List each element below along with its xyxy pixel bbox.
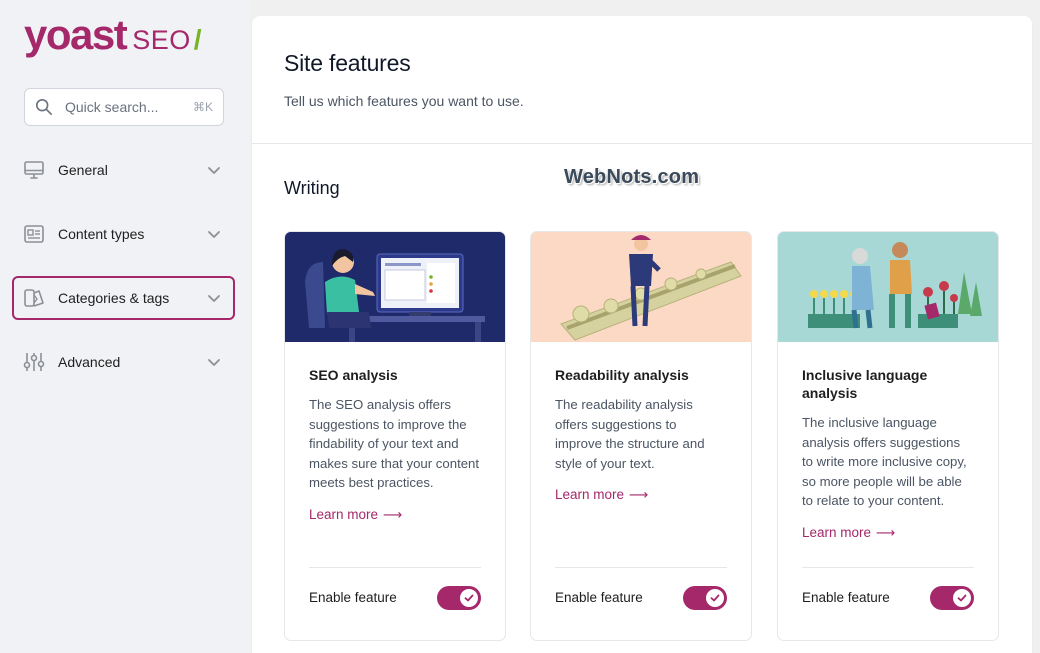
arrow-right-icon: ⟶ (383, 506, 403, 522)
feature-description: The readability analysis offers suggesti… (555, 397, 705, 471)
toggle-knob (460, 588, 478, 607)
enable-feature-toggle[interactable] (437, 585, 481, 610)
feature-card-seo-analysis: SEO analysis The SEO analysis offers sug… (284, 231, 506, 641)
feature-description: The inclusive language analysis offers s… (802, 415, 967, 509)
feature-card-inclusive-language-analysis: Inclusive language analysis The inclusiv… (777, 231, 999, 641)
watermark: WebNots.com (564, 166, 700, 188)
learn-more-label: Learn more (555, 487, 625, 503)
learn-more-link[interactable]: Learn more ⟶ (555, 487, 648, 503)
sidebar-item-label: Categories & tags (58, 290, 170, 306)
toggle-knob (953, 588, 971, 607)
enable-feature-label: Enable feature (309, 590, 397, 605)
learn-more-link[interactable]: Learn more ⟶ (802, 525, 895, 541)
search-input[interactable] (65, 99, 175, 115)
main-panel: Site features Tell us which features you… (252, 16, 1032, 653)
chevron-down-icon (208, 167, 220, 174)
feature-title: SEO analysis (309, 367, 398, 383)
enable-feature-label: Enable feature (555, 590, 643, 605)
sidebar: yoast SEO / ⌘K General Content types Cat… (0, 0, 250, 653)
learn-more-label: Learn more (802, 524, 872, 540)
toggle-knob (706, 588, 724, 607)
monitor-icon (23, 159, 45, 181)
page-header: Site features Tell us which features you… (252, 16, 1032, 144)
content-types-icon (23, 223, 45, 245)
search-icon (35, 98, 53, 116)
sliders-icon (23, 351, 45, 373)
page-subtitle: Tell us which features you want to use. (284, 93, 524, 109)
chevron-down-icon (208, 295, 220, 302)
feature-title: Inclusive language analysis (802, 367, 928, 401)
feature-footer: Enable feature (802, 567, 974, 627)
chevron-down-icon (208, 231, 220, 238)
logo-wordmark: yoast (24, 11, 128, 58)
learn-more-link[interactable]: Learn more ⟶ (309, 507, 402, 523)
chevron-down-icon (208, 359, 220, 366)
feature-description: The SEO analysis offers suggestions to i… (309, 397, 480, 491)
inclusive-language-illustration (778, 232, 998, 342)
sidebar-item-label: Advanced (58, 354, 121, 370)
quick-search-box[interactable]: ⌘K (24, 88, 224, 126)
sidebar-item-label: Content types (58, 226, 145, 242)
sidebar-item-label: General (58, 162, 108, 178)
sidebar-item-advanced[interactable]: Advanced (12, 340, 235, 384)
sidebar-item-general[interactable]: General (12, 148, 235, 192)
section-title: Writing (284, 178, 340, 198)
enable-feature-toggle[interactable] (930, 585, 974, 610)
search-shortcut: ⌘K (192, 100, 213, 114)
seo-analysis-illustration (285, 232, 505, 342)
page-title: Site features (284, 50, 411, 76)
learn-more-label: Learn more (309, 506, 379, 522)
enable-feature-toggle[interactable] (683, 585, 727, 610)
logo-seo-text: SEO (132, 25, 191, 55)
feature-title: Readability analysis (555, 367, 689, 383)
feature-footer: Enable feature (309, 567, 481, 627)
feature-card-readability-analysis: Readability analysis The readability ana… (530, 231, 752, 641)
feature-footer: Enable feature (555, 567, 727, 627)
logo-slash: / (193, 24, 202, 55)
check-icon (957, 594, 967, 601)
check-icon (710, 594, 720, 601)
arrow-right-icon: ⟶ (629, 487, 649, 503)
tag-icon (23, 287, 45, 309)
readability-analysis-illustration (531, 232, 751, 342)
arrow-right-icon: ⟶ (876, 524, 896, 540)
yoast-seo-logo[interactable]: yoast SEO / (24, 14, 202, 60)
sidebar-item-content-types[interactable]: Content types (12, 212, 235, 256)
check-icon (464, 594, 474, 601)
sidebar-item-categories-tags[interactable]: Categories & tags (12, 276, 235, 320)
enable-feature-label: Enable feature (802, 590, 890, 605)
